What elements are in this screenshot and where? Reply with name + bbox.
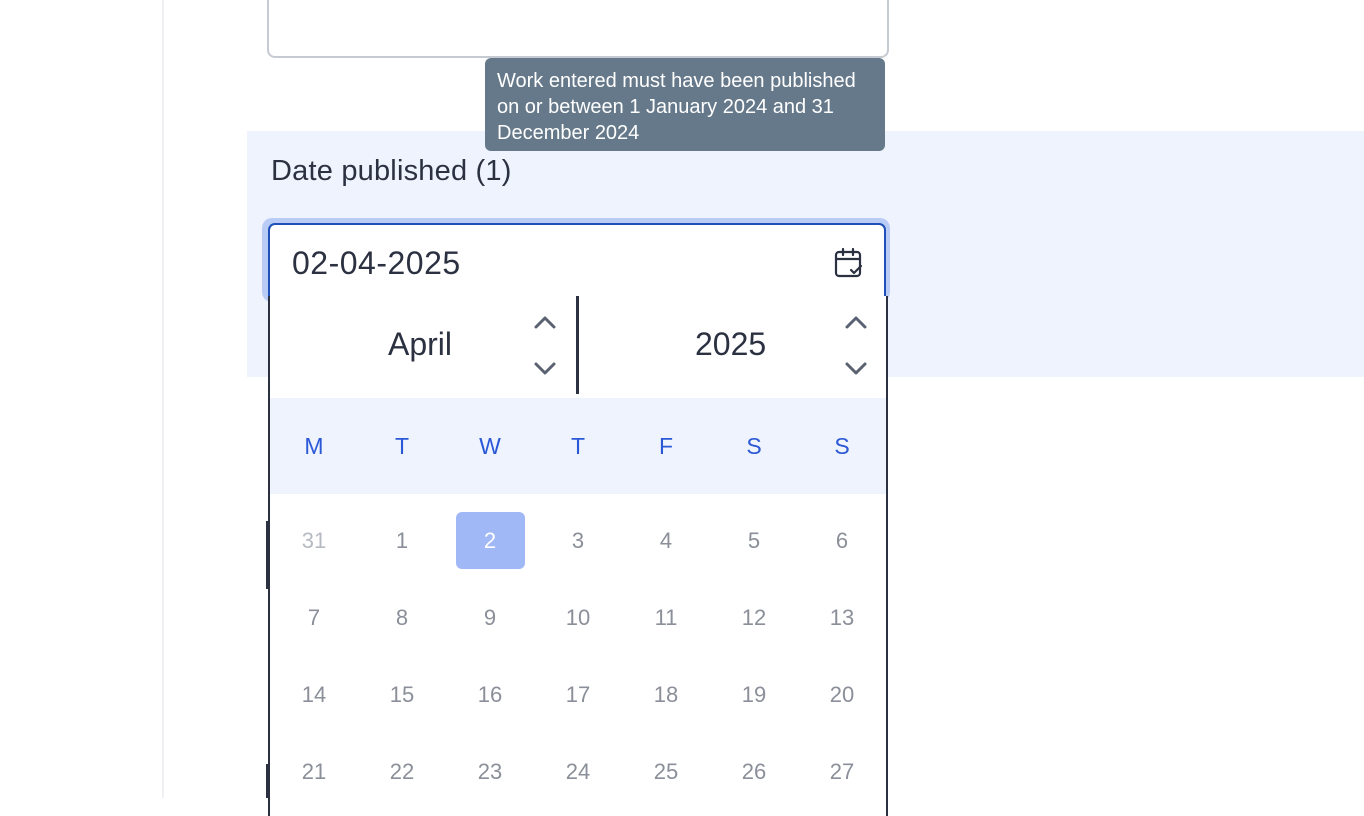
calendar-day[interactable]: 19 [710,656,798,733]
calendar-day[interactable]: 6 [798,502,886,579]
calendar-day[interactable]: 13 [798,579,886,656]
page-left-gutter [0,0,164,798]
weekday-label: W [479,432,501,459]
calendar-day[interactable]: 9 [446,579,534,656]
calendar-day[interactable]: 1 [358,502,446,579]
weekday-label: S [746,432,762,459]
year-value: 2025 [695,326,767,362]
calendar-day[interactable]: 26 [710,733,798,810]
calendar-day[interactable]: 12 [710,579,798,656]
calendar-day[interactable]: 20 [798,656,886,733]
weekday-label: F [658,432,674,459]
year-increment-chevron-up-icon[interactable] [843,313,869,331]
date-published-label: Date published (1) [271,155,512,187]
month-increment-chevron-up-icon[interactable] [532,313,558,331]
weekday-label: T [394,432,410,459]
calendar-day[interactable]: 27 [798,733,886,810]
weekday-label: T [570,432,586,459]
calendar-days-grid: 31 1 2 3 4 5 6 7 8 9 10 11 12 13 14 15 1… [270,502,886,810]
weekday-label: M [304,432,324,459]
calendar-day[interactable]: 24 [534,733,622,810]
year-selector: 2025 [579,296,886,394]
previous-textarea[interactable] [267,0,889,58]
calendar-day[interactable]: 22 [358,733,446,810]
calendar-day[interactable]: 23 [446,733,534,810]
calendar-day[interactable]: 25 [622,733,710,810]
weekday-header-row: M T W T F S S [270,398,886,494]
date-input-value[interactable]: 02-04-2025 [292,245,461,282]
calendar-day[interactable]: 15 [358,656,446,733]
weekday-label: S [834,432,850,459]
calendar-day[interactable]: 21 [270,733,358,810]
date-published-input[interactable]: 02-04-2025 [268,223,886,297]
calendar-day[interactable]: 16 [446,656,534,733]
calendar-day[interactable]: 18 [622,656,710,733]
calendar-day[interactable]: 5 [710,502,798,579]
month-decrement-chevron-down-icon[interactable] [532,360,558,378]
calendar-day[interactable]: 11 [622,579,710,656]
calendar-day[interactable]: 17 [534,656,622,733]
calendar-day[interactable]: 3 [534,502,622,579]
calendar-day[interactable]: 31 [270,502,358,579]
calendar-day[interactable]: 4 [622,502,710,579]
date-range-tooltip: Work entered must have been published on… [485,58,885,151]
calendar-day[interactable]: 7 [270,579,358,656]
calendar-day-selected[interactable]: 2 [446,502,534,579]
date-picker-popup: April 2025 M T W T F S S 31 1 2 3 4 5 6 … [268,296,888,816]
calendar-day[interactable]: 14 [270,656,358,733]
calendar-day[interactable]: 10 [534,579,622,656]
month-value: April [388,326,453,362]
calendar-day[interactable]: 8 [358,579,446,656]
year-decrement-chevron-down-icon[interactable] [843,360,869,378]
calendar-check-icon[interactable] [834,247,864,279]
month-selector: April [270,296,576,394]
